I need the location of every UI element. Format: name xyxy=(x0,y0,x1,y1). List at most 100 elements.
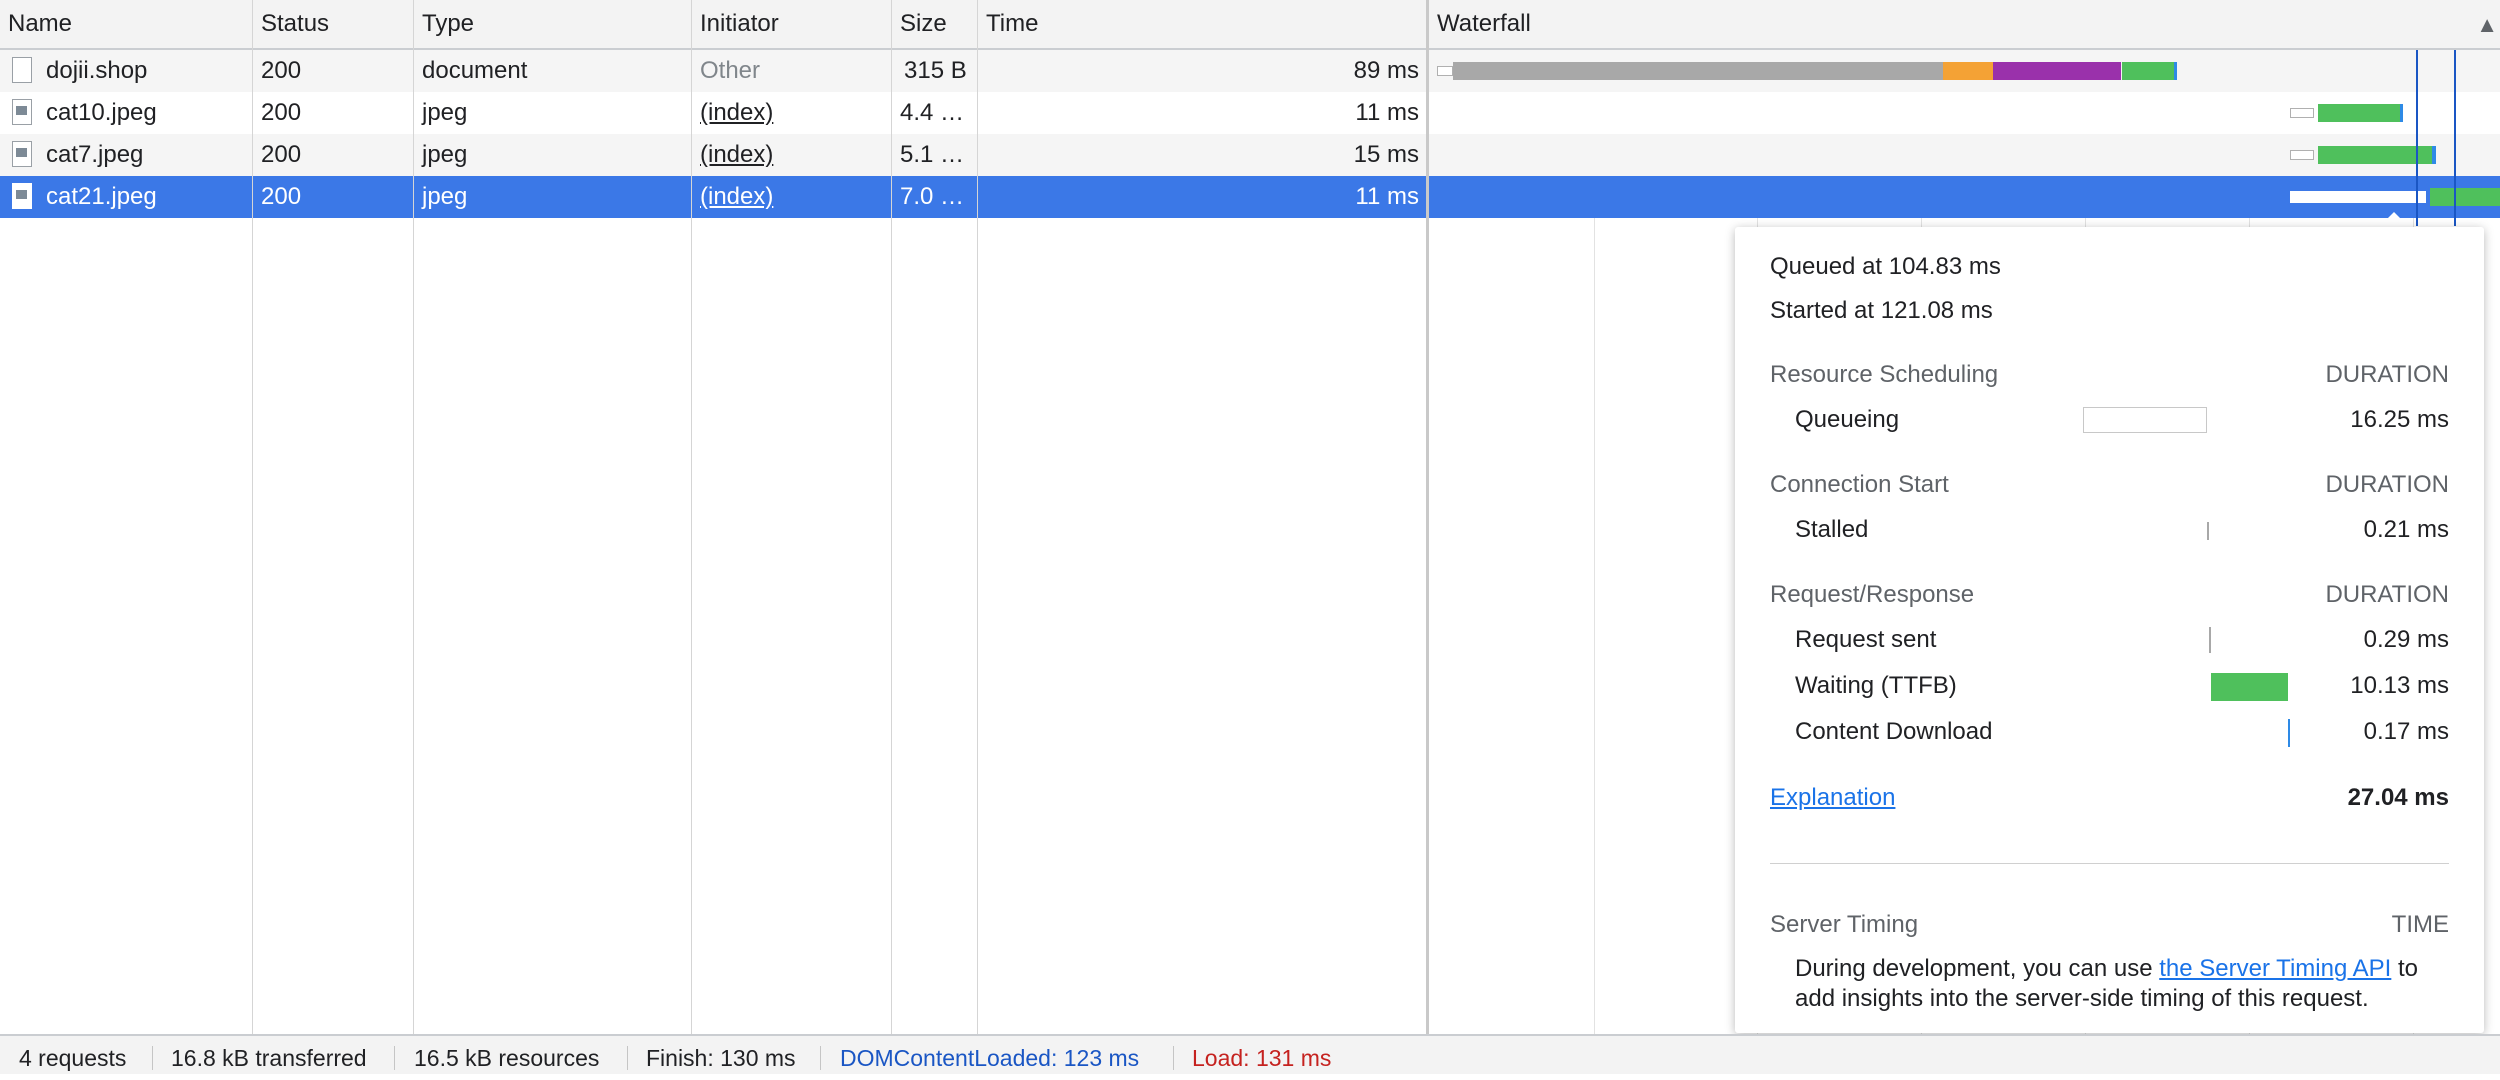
request-name[interactable]: cat10.jpeg xyxy=(38,92,252,134)
queueing-bar xyxy=(2290,108,2314,118)
request-initiator: Other xyxy=(700,57,761,84)
table-row[interactable]: cat7.jpeg 200 jpeg (index) 5.1 … 15 ms xyxy=(0,134,2500,176)
content-download-bar xyxy=(2432,146,2436,164)
load-marker xyxy=(2454,50,2456,226)
server-timing-api-link[interactable]: the Server Timing API xyxy=(2159,955,2391,982)
queueing-bar xyxy=(2290,150,2314,160)
request-status: 200 xyxy=(261,99,302,126)
request-sent-label: Request sent xyxy=(1795,626,1937,653)
request-time: 11 ms xyxy=(1355,99,1419,126)
request-initiator-link[interactable]: (index) xyxy=(692,92,891,134)
column-header-time[interactable]: Time xyxy=(978,0,1428,48)
table-row[interactable]: dojii.shop 200 document Other 315 B 89 m… xyxy=(0,50,2500,92)
status-separator xyxy=(627,1046,628,1070)
stalled-bar xyxy=(1453,62,1943,80)
sort-ascending-icon[interactable]: ▲ xyxy=(2476,12,2498,38)
transferred-size: 16.8 kB transferred xyxy=(171,1045,367,1071)
explanation-link[interactable]: Explanation xyxy=(1770,783,1895,813)
column-divider[interactable] xyxy=(252,0,253,1034)
content-download-timing-bar xyxy=(2288,719,2290,747)
request-type: jpeg xyxy=(422,141,468,168)
resources-size: 16.5 kB resources xyxy=(414,1045,600,1071)
column-divider[interactable] xyxy=(977,0,978,1034)
request-type: jpeg xyxy=(422,183,468,210)
column-divider[interactable] xyxy=(891,0,892,1034)
total-duration: 27.04 ms xyxy=(2347,784,2449,811)
resource-scheduling-heading: Resource Scheduling xyxy=(1770,361,1999,388)
request-name[interactable]: cat21.jpeg xyxy=(38,176,252,218)
document-icon xyxy=(12,57,32,83)
connection-start-heading: Connection Start xyxy=(1770,471,1949,498)
content-download-bar xyxy=(2400,104,2403,122)
request-initiator-link[interactable]: (index) xyxy=(692,134,891,176)
column-divider[interactable] xyxy=(691,0,692,1034)
waterfall-divider[interactable] xyxy=(1426,0,1429,1034)
content-download-bar xyxy=(2174,62,2177,80)
image-icon xyxy=(12,141,32,167)
server-timing-text-line2: add insights into the server-side timing… xyxy=(1795,985,2369,1012)
column-header-type[interactable]: Type xyxy=(414,0,691,48)
finish-time: Finish: 130 ms xyxy=(646,1045,796,1071)
request-initiator-link[interactable]: (index) xyxy=(692,176,891,218)
request-status: 200 xyxy=(261,57,302,84)
dom-content-loaded-time: DOMContentLoaded: 123 ms xyxy=(840,1045,1140,1071)
server-timing-text-part: to xyxy=(2391,955,2419,982)
column-divider[interactable] xyxy=(413,0,414,1034)
request-status: 200 xyxy=(261,141,302,168)
request-name[interactable]: dojii.shop xyxy=(38,50,252,92)
ttfb-bar xyxy=(2430,188,2500,206)
status-separator xyxy=(394,1046,395,1070)
server-timing-text-part: During development, you can use xyxy=(1795,955,2160,982)
ttfb-bar xyxy=(2318,104,2400,122)
waiting-ttfb-value: 10.13 ms xyxy=(2350,672,2449,699)
duration-label: DURATION xyxy=(2325,581,2449,608)
request-count: 4 requests xyxy=(19,1045,127,1071)
stalled-timing-bar xyxy=(2207,522,2209,540)
stalled-value: 0.21 ms xyxy=(2363,516,2449,543)
request-size: 315 B xyxy=(904,57,967,84)
load-time: Load: 131 ms xyxy=(1192,1045,1332,1071)
request-size: 7.0 … xyxy=(900,183,965,210)
timing-popup: Queued at 104.83 ms Started at 121.08 ms… xyxy=(1735,227,2484,1033)
dom-content-loaded-marker xyxy=(2416,50,2418,226)
time-label: TIME xyxy=(2391,911,2449,938)
column-header: Name Status Type Initiator Size Time Wat… xyxy=(0,0,2500,50)
column-header-waterfall[interactable]: Waterfall xyxy=(1429,0,2469,48)
ttfb-bar xyxy=(2122,62,2174,80)
started-at-text: Started at 121.08 ms xyxy=(1770,297,1993,324)
column-header-status[interactable]: Status xyxy=(253,0,413,48)
request-status: 200 xyxy=(261,183,302,210)
request-name[interactable]: cat7.jpeg xyxy=(38,134,252,176)
queueing-bar xyxy=(2290,191,2426,203)
request-response-heading: Request/Response xyxy=(1770,581,1975,608)
popup-caret xyxy=(2378,212,2410,228)
request-time: 15 ms xyxy=(1353,141,1419,168)
column-header-initiator[interactable]: Initiator xyxy=(692,0,891,48)
request-time: 11 ms xyxy=(1355,183,1419,210)
duration-label: DURATION xyxy=(2325,471,2449,498)
initial-connection-bar xyxy=(1993,62,2121,80)
table-row-selected[interactable]: cat21.jpeg 200 jpeg (index) 7.0 … 11 ms xyxy=(0,176,2500,218)
ttfb-bar xyxy=(2318,146,2432,164)
image-icon xyxy=(12,183,32,209)
image-icon xyxy=(12,99,32,125)
request-type: document xyxy=(422,57,528,84)
table-row[interactable]: cat10.jpeg 200 jpeg (index) 4.4 … 11 ms xyxy=(0,92,2500,134)
request-size: 4.4 … xyxy=(900,99,965,126)
ssl-bar xyxy=(1943,62,1993,80)
popup-divider xyxy=(1770,863,2449,864)
waiting-ttfb-label: Waiting (TTFB) xyxy=(1795,672,1957,699)
duration-label: DURATION xyxy=(2325,361,2449,388)
request-size: 5.1 … xyxy=(900,141,965,168)
status-separator xyxy=(152,1046,153,1070)
request-time: 89 ms xyxy=(1353,57,1419,84)
status-bar: 4 requests 16.8 kB transferred 16.5 kB r… xyxy=(0,1034,2500,1074)
server-timing-text: During development, you can use the Serv… xyxy=(1795,954,2418,984)
status-separator xyxy=(820,1046,821,1070)
column-header-size[interactable]: Size xyxy=(892,0,977,48)
stalled-label: Stalled xyxy=(1795,516,1869,543)
request-type: jpeg xyxy=(422,99,468,126)
column-header-name[interactable]: Name xyxy=(0,0,252,48)
queueing-value: 16.25 ms xyxy=(2350,406,2449,433)
queued-at-text: Queued at 104.83 ms xyxy=(1770,253,2001,280)
